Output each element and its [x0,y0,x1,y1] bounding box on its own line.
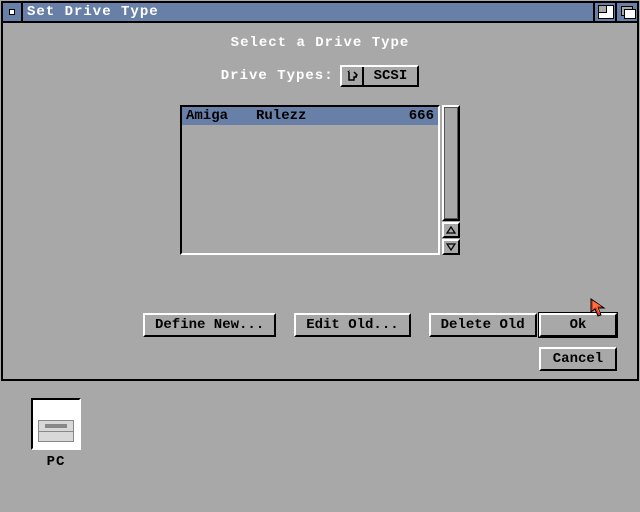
dialog-client: Select a Drive Type Drive Types: SCSI Am… [3,23,637,379]
list-col-1: Amiga [186,108,256,124]
edit-old-button[interactable]: Edit Old... [294,313,410,337]
titlebar[interactable]: Set Drive Type [3,3,637,23]
drive-type-cycle[interactable]: SCSI [340,65,420,87]
zoom-gadget[interactable] [593,3,615,21]
scroll-down-button[interactable] [442,239,460,255]
list-item[interactable]: Amiga Rulezz 666 [182,107,438,125]
scroll-up-button[interactable] [442,222,460,238]
cycle-icon [342,67,364,85]
chevron-up-icon [446,226,456,234]
define-new-button[interactable]: Define New... [143,313,276,337]
drive-type-value: SCSI [364,67,418,85]
drive-list-wrap: Amiga Rulezz 666 [180,105,460,255]
scroll-track[interactable] [442,105,460,221]
list-col-3: 666 [394,108,434,124]
depth-gadget[interactable] [615,3,637,21]
delete-old-button[interactable]: Delete Old [429,313,537,337]
cancel-button[interactable]: Cancel [539,347,617,371]
drive-list[interactable]: Amiga Rulezz 666 [180,105,440,255]
close-gadget[interactable] [3,3,23,21]
list-scrollbar [442,105,460,255]
drive-types-row: Drive Types: SCSI [23,65,617,87]
window-title: Set Drive Type [23,4,593,20]
scroll-thumb[interactable] [444,107,458,219]
desktop-drive-icon[interactable]: PC [28,398,84,470]
ok-button[interactable]: Ok [539,313,617,337]
dialog-heading: Select a Drive Type [23,35,617,51]
chevron-down-icon [446,243,456,251]
drive-icon [31,398,81,450]
drive-types-label: Drive Types: [221,68,334,84]
desktop-icon-label: PC [28,454,84,470]
list-col-2: Rulezz [256,108,394,124]
set-drive-type-window: Set Drive Type Select a Drive Type Drive… [1,1,639,381]
